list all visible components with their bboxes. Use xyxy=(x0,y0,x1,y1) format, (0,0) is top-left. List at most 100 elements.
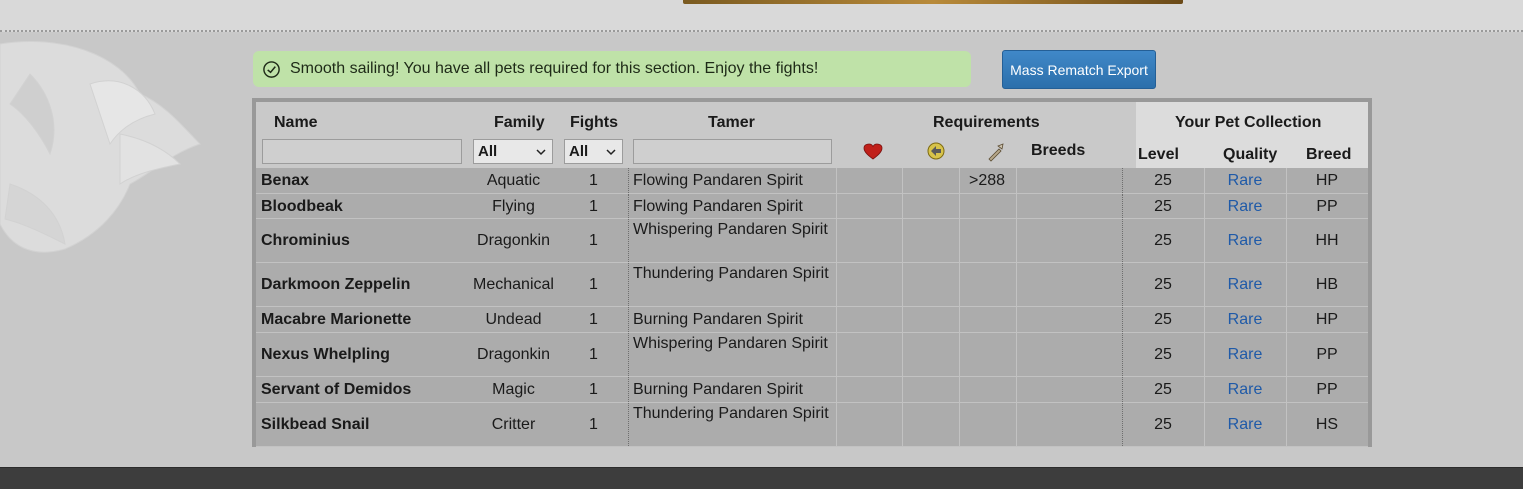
header-breeds: Breeds xyxy=(1031,142,1086,159)
column-divider xyxy=(1122,194,1123,218)
pet-quality-link[interactable]: Rare xyxy=(1206,172,1284,190)
pet-quality-link[interactable]: Rare xyxy=(1206,276,1284,294)
pet-family: Aquatic xyxy=(486,172,541,189)
mass-rematch-export-button[interactable]: Mass Rematch Export xyxy=(1002,50,1156,89)
header-quality[interactable]: Quality xyxy=(1223,146,1277,164)
column-divider xyxy=(959,403,960,446)
pet-quality-link[interactable]: Rare xyxy=(1206,416,1284,434)
column-divider xyxy=(1122,307,1123,332)
tamer-filter-input[interactable] xyxy=(633,139,832,164)
pet-family: Critter xyxy=(491,416,536,433)
pet-level: 25 xyxy=(1154,416,1172,433)
pet-level: 25 xyxy=(1154,311,1172,328)
pet-name: Bloodbeak xyxy=(261,198,343,215)
table-header: Name Family Fights Tamer Requirements Yo… xyxy=(256,102,1368,168)
table-row[interactable]: Macabre Marionette Undead 1 Burning Pandare… xyxy=(256,307,1368,333)
pet-quality-link[interactable]: Rare xyxy=(1206,198,1284,216)
table-row[interactable]: Benax Aquatic 1 Flowing Pandaren Spirit >288… xyxy=(256,168,1368,194)
pet-quality-link[interactable]: Rare xyxy=(1206,232,1284,250)
column-divider xyxy=(1016,403,1017,446)
success-notice: Smooth sailing! You have all pets requir… xyxy=(253,51,971,87)
family-filter-select[interactable]: All xyxy=(473,139,553,164)
header-requirements: Requirements xyxy=(933,114,1040,131)
pet-name: Servant of Demidos xyxy=(261,381,412,398)
column-divider xyxy=(1204,333,1205,376)
header-fights[interactable]: Fights xyxy=(570,114,618,132)
header-tamer[interactable]: Tamer xyxy=(708,114,755,132)
pet-name: Nexus Whelpling xyxy=(261,346,390,363)
pet-name: Benax xyxy=(261,172,310,189)
table-row[interactable]: Chrominius Dragonkin 1 Whispering Pandaren … xyxy=(256,219,1368,263)
pet-name: Darkmoon Zeppelin xyxy=(261,276,411,293)
column-divider xyxy=(1122,403,1123,446)
column-divider xyxy=(902,263,903,306)
pet-name: Macabre Marionette xyxy=(261,311,412,328)
notice-text: Smooth sailing! You have all pets requir… xyxy=(290,60,819,77)
pet-breed: PP xyxy=(1316,346,1338,363)
header-breed[interactable]: Breed xyxy=(1306,146,1351,164)
pet-breed: HP xyxy=(1315,311,1339,328)
footer-bar xyxy=(0,467,1523,489)
table-row[interactable]: Silkbead Snail Critter 1 Thundering Pandare… xyxy=(256,403,1368,447)
pet-breed: HS xyxy=(1315,416,1339,433)
fight-count: 1 xyxy=(589,198,598,215)
speed-requirement: >288 xyxy=(968,172,1006,189)
column-divider xyxy=(902,194,903,218)
pet-quality-link[interactable]: Rare xyxy=(1206,346,1284,364)
column-divider xyxy=(1122,263,1123,306)
column-divider xyxy=(1286,263,1287,306)
column-divider xyxy=(959,263,960,306)
column-divider xyxy=(1122,168,1123,193)
fight-count: 1 xyxy=(589,232,598,249)
column-divider xyxy=(1122,377,1123,402)
pet-family: Flying xyxy=(492,198,535,215)
column-divider xyxy=(902,219,903,262)
column-divider xyxy=(1286,403,1287,446)
header-family[interactable]: Family xyxy=(494,114,545,132)
pet-level: 25 xyxy=(1154,276,1172,293)
column-divider xyxy=(1016,333,1017,376)
column-divider xyxy=(1122,333,1123,376)
tamer-name: Burning Pandaren Spirit xyxy=(633,311,803,328)
column-divider xyxy=(1286,333,1287,376)
name-filter-input[interactable] xyxy=(262,139,462,164)
tamer-name: Whispering Pandaren Spirit xyxy=(633,335,828,352)
column-divider xyxy=(628,333,629,376)
column-divider xyxy=(1016,377,1017,402)
header-level[interactable]: Level xyxy=(1138,146,1179,164)
column-divider xyxy=(1204,263,1205,306)
header-your-pet-collection: Your Pet Collection xyxy=(1175,114,1322,131)
column-divider xyxy=(1016,307,1017,332)
family-filter-value: All xyxy=(478,143,498,160)
table-row[interactable]: Nexus Whelpling Dragonkin 1 Whispering Pand… xyxy=(256,333,1368,377)
column-divider xyxy=(1286,168,1287,193)
check-circle-icon xyxy=(263,60,280,78)
pet-quality-link[interactable]: Rare xyxy=(1206,381,1284,399)
pet-level: 25 xyxy=(1154,232,1172,249)
pet-quality-link[interactable]: Rare xyxy=(1206,311,1284,329)
banner-image xyxy=(683,0,1183,4)
speed-icon xyxy=(927,142,945,160)
pet-family: Magic xyxy=(492,381,535,398)
column-divider xyxy=(902,333,903,376)
table-row[interactable]: Servant of Demidos Magic 1 Burning Pandaren… xyxy=(256,377,1368,403)
dragon-decoration-image xyxy=(0,40,201,253)
column-divider xyxy=(902,168,903,193)
table-row[interactable]: Bloodbeak Flying 1 Flowing Pandaren Spirit 2… xyxy=(256,194,1368,219)
column-divider xyxy=(628,168,629,193)
header-name[interactable]: Name xyxy=(274,114,318,132)
power-icon xyxy=(988,143,1004,162)
column-divider xyxy=(959,194,960,218)
column-divider xyxy=(836,307,837,332)
fight-count: 1 xyxy=(589,311,598,328)
table-row[interactable]: Darkmoon Zeppelin Mechanical 1 Thundering P… xyxy=(256,263,1368,307)
fight-count: 1 xyxy=(589,172,598,189)
column-divider xyxy=(959,307,960,332)
heart-icon xyxy=(863,143,883,160)
fights-filter-select[interactable]: All xyxy=(564,139,623,164)
column-divider xyxy=(1016,219,1017,262)
top-strip xyxy=(0,0,1523,32)
pet-level: 25 xyxy=(1154,346,1172,363)
column-divider xyxy=(959,333,960,376)
pet-name: Silkbead Snail xyxy=(261,416,370,433)
